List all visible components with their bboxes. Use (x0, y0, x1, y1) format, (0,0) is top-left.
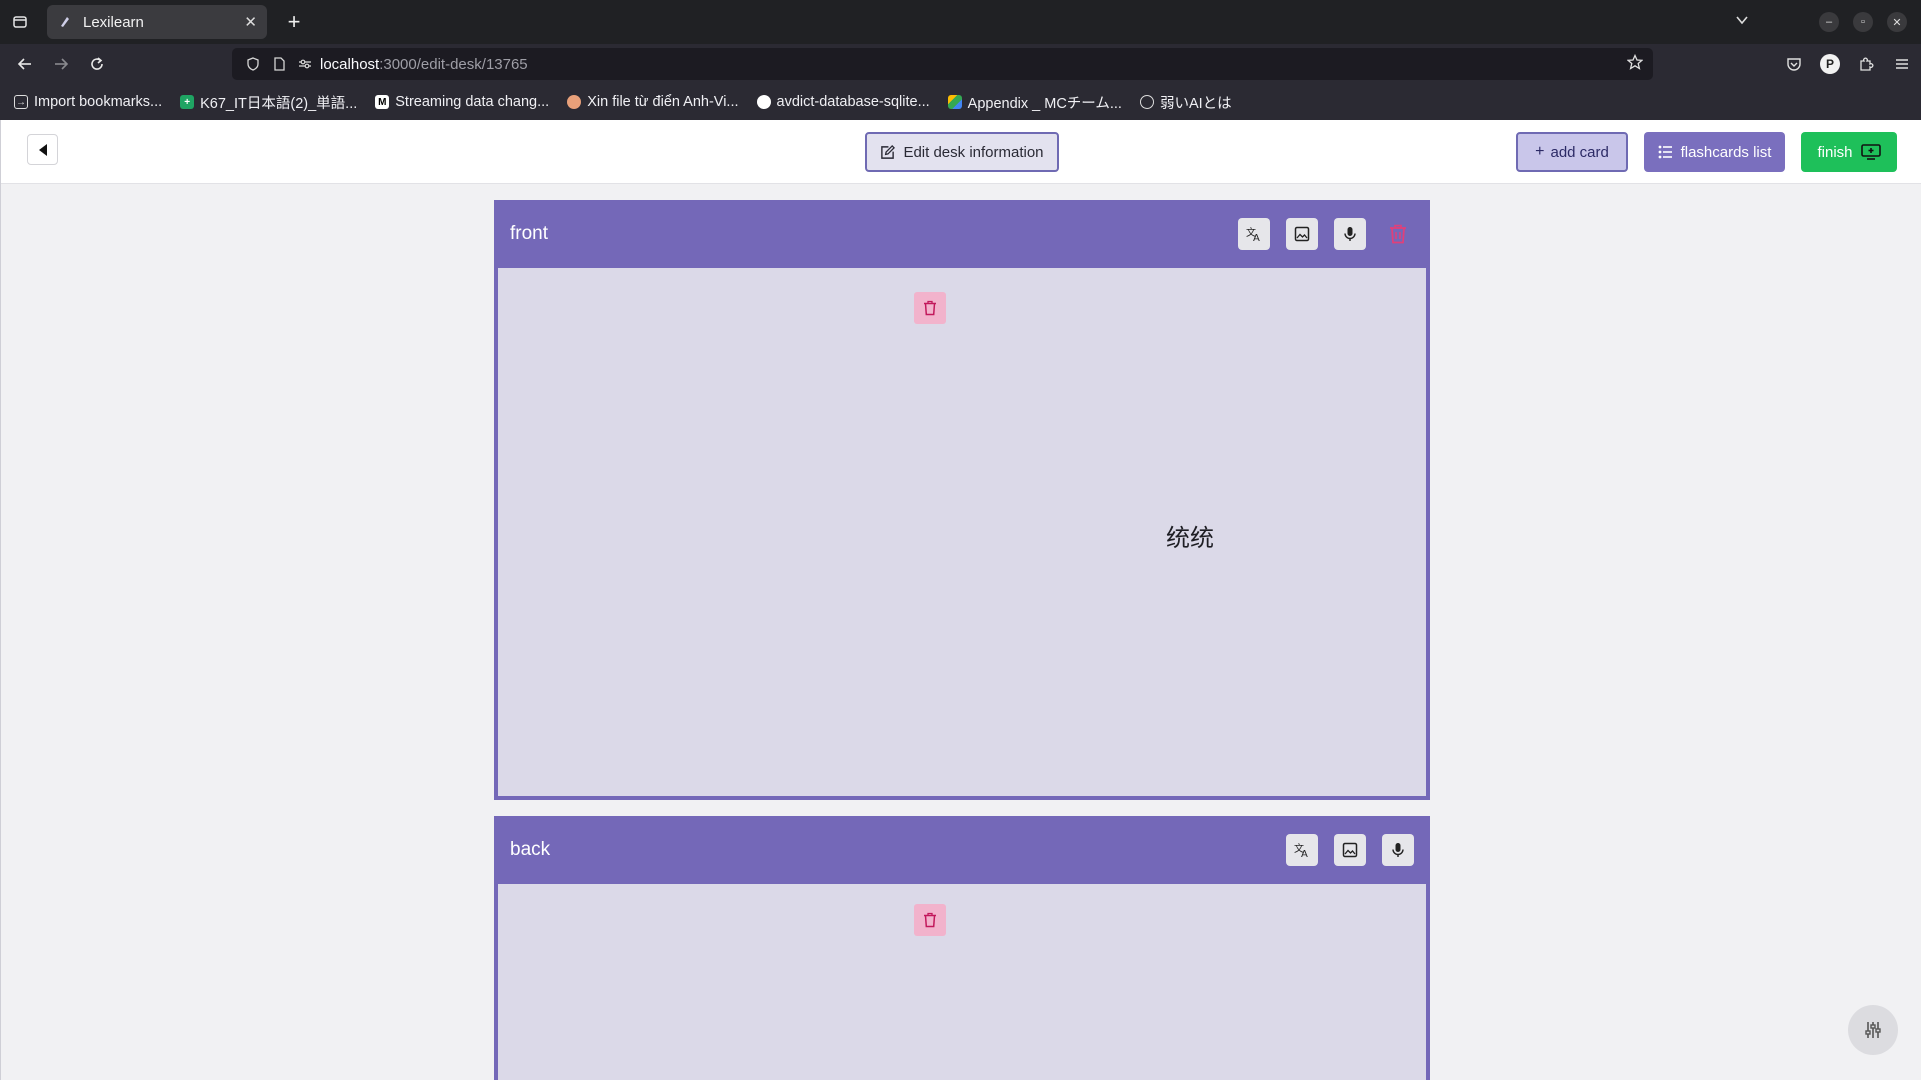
front-card-label: front (510, 223, 549, 244)
edit-desk-information-button[interactable]: Edit desk information (865, 132, 1059, 172)
profile-icon[interactable]: P (1819, 53, 1841, 75)
sliders-icon (1865, 1022, 1881, 1038)
add-card-label: add card (1550, 143, 1609, 161)
bookmark-star-icon[interactable] (1626, 53, 1644, 74)
edit-icon (881, 144, 896, 159)
bookmark-label: Streaming data chang... (395, 94, 550, 110)
list-icon (1658, 145, 1672, 159)
finish-button[interactable]: finish (1801, 132, 1897, 172)
front-card: front 文A 统统 (494, 200, 1430, 800)
drive-icon (947, 95, 962, 109)
delete-media-button[interactable] (914, 292, 946, 324)
back-card-header: back 文A (498, 816, 1426, 884)
app-root: Edit desk information + add card flashca… (0, 120, 1921, 1080)
settings-button[interactable] (1848, 1005, 1898, 1055)
translate-button[interactable]: 文A (1286, 834, 1318, 866)
svg-text:A: A (1301, 849, 1308, 859)
caret-left-icon (38, 143, 47, 156)
bookmark-item[interactable]: Xin file từ điển Anh-Vi... (567, 94, 739, 110)
microphone-icon (1392, 843, 1404, 857)
new-tab-icon[interactable]: + (279, 9, 309, 35)
github-icon (756, 95, 771, 109)
translate-button[interactable]: 文A (1238, 218, 1270, 250)
trash-icon (1390, 224, 1406, 244)
monitor-plus-icon (1860, 144, 1881, 160)
page-icon[interactable] (268, 57, 290, 71)
edit-desk-information-label: Edit desk information (903, 143, 1044, 161)
bookmark-item[interactable]: M Streaming data chang... (375, 94, 549, 110)
browser-nav-bar: localhost:3000/edit-desk/13765 P (0, 44, 1921, 84)
flashcards-list-label: flashcards list (1680, 143, 1772, 161)
extensions-icon[interactable] (1855, 53, 1877, 75)
bookmark-item[interactable]: 弱いAIとは (1139, 92, 1232, 113)
flashcards-list-button[interactable]: flashcards list (1644, 132, 1785, 172)
add-image-button[interactable] (1286, 218, 1318, 250)
image-icon (1342, 842, 1358, 858)
delete-media-button[interactable] (914, 904, 946, 936)
back-card: back 文A (494, 816, 1430, 1080)
browser-tab[interactable]: Lexilearn ✕ (47, 5, 267, 39)
translate-icon: 文A (1294, 842, 1308, 859)
back-button[interactable] (27, 134, 58, 165)
trash-icon (924, 300, 936, 316)
bookmark-item[interactable]: avdict-database-sqlite... (756, 94, 930, 110)
address-bar[interactable]: localhost:3000/edit-desk/13765 (232, 48, 1653, 80)
plus-icon: + (1535, 143, 1545, 160)
lexilearn-favicon-icon (57, 14, 73, 30)
import-icon: → (14, 95, 28, 109)
back-card-label: back (510, 839, 551, 860)
avatar-icon (567, 95, 582, 109)
bookmarks-bar: → Import bookmarks... + K67_IT日本語(2)_単語.… (0, 84, 1921, 120)
bookmark-item[interactable]: → Import bookmarks... (14, 94, 162, 110)
chevron-down-icon[interactable] (1735, 13, 1749, 32)
microphone-icon (1344, 227, 1356, 241)
site-permissions-icon[interactable] (294, 57, 316, 71)
close-tab-icon[interactable]: ✕ (244, 13, 257, 31)
trash-icon (924, 912, 936, 928)
forward-arrow-icon[interactable] (43, 46, 79, 82)
add-card-button[interactable]: + add card (1516, 132, 1628, 172)
bookmark-item[interactable]: Appendix _ MCチーム... (947, 92, 1122, 113)
translate-icon: 文A (1246, 226, 1260, 243)
bookmark-label: 弱いAIとは (1159, 95, 1232, 112)
back-card-body[interactable] (498, 884, 1426, 1080)
close-window-icon[interactable]: ✕ (1887, 12, 1907, 32)
front-card-text[interactable]: 统统 (1166, 518, 1214, 553)
restore-icon[interactable]: ▫ (1853, 12, 1873, 32)
sheets-icon: + (180, 95, 195, 109)
svg-text:A: A (1253, 233, 1260, 243)
front-card-header: front 文A (498, 200, 1426, 268)
bookmark-label: K67_IT日本語(2)_単語... (200, 95, 358, 112)
url-host: localhost (320, 55, 380, 73)
image-icon (1294, 226, 1310, 242)
url-path: :3000/edit-desk/13765 (379, 55, 528, 73)
medium-icon: M (375, 95, 390, 109)
openai-icon (1139, 95, 1154, 109)
finish-label: finish (1817, 143, 1853, 161)
bookmark-item[interactable]: + K67_IT日本語(2)_単語... (180, 92, 357, 113)
bookmark-label: Appendix _ MCチーム... (967, 95, 1122, 112)
pocket-icon[interactable] (1783, 53, 1805, 75)
record-audio-button[interactable] (1382, 834, 1414, 866)
add-image-button[interactable] (1334, 834, 1366, 866)
reload-icon[interactable] (79, 46, 115, 82)
menu-icon[interactable] (1891, 53, 1913, 75)
front-card-body[interactable]: 统统 (498, 268, 1426, 796)
bookmark-label: Import bookmarks... (34, 94, 163, 110)
bookmark-label: Xin file từ điển Anh-Vi... (587, 94, 739, 110)
delete-card-button[interactable] (1382, 218, 1414, 250)
shield-icon[interactable] (242, 57, 264, 71)
bookmark-label: avdict-database-sqlite... (776, 94, 930, 110)
app-header: Edit desk information + add card flashca… (1, 120, 1921, 184)
tab-title: Lexilearn (83, 13, 144, 31)
record-audio-button[interactable] (1334, 218, 1366, 250)
browser-tab-bar: Lexilearn ✕ + – ▫ ✕ (0, 0, 1921, 44)
minimize-icon[interactable]: – (1819, 12, 1839, 32)
